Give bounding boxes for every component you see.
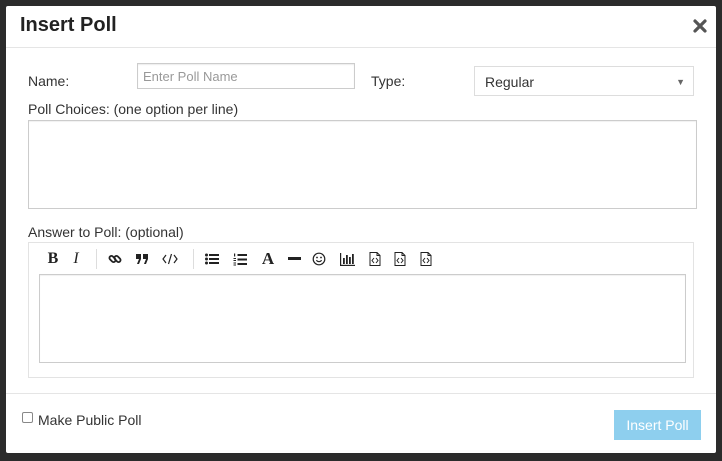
dialog-title: Insert Poll	[20, 14, 117, 36]
toolbar-divider	[96, 249, 97, 269]
type-label: Type:	[371, 73, 406, 89]
file-code-icon[interactable]	[416, 249, 436, 269]
poll-name-input[interactable]	[137, 63, 355, 89]
quote-icon[interactable]	[132, 249, 152, 269]
poll-choices-textarea[interactable]	[28, 120, 697, 209]
bulleted-list-icon[interactable]	[202, 249, 222, 269]
emoji-icon[interactable]	[309, 249, 329, 269]
insert-poll-dialog: Insert Poll Name: Type: Regular ▼ Poll C…	[6, 6, 716, 453]
italic-icon[interactable]: I	[66, 249, 86, 269]
poll-type-value: Regular	[485, 74, 535, 90]
editor-toolbar: B I A	[29, 243, 693, 273]
file-code-icon[interactable]	[390, 249, 410, 269]
name-label: Name:	[28, 73, 70, 89]
insert-poll-button[interactable]: Insert Poll	[614, 410, 701, 440]
answer-editor: B I A	[28, 242, 694, 378]
make-public-checkbox[interactable]	[22, 412, 33, 423]
toolbar-divider	[193, 249, 194, 269]
poll-choices-label: Poll Choices: (one option per line)	[28, 101, 239, 117]
code-icon[interactable]	[160, 249, 180, 269]
answer-editor-textarea[interactable]	[39, 274, 686, 363]
numbered-list-icon[interactable]	[230, 249, 250, 269]
poll-type-select[interactable]: Regular ▼	[474, 66, 694, 96]
horizontal-rule-icon[interactable]	[284, 249, 304, 269]
file-code-icon[interactable]	[365, 249, 385, 269]
dialog-header: Insert Poll	[6, 6, 716, 48]
bold-icon[interactable]: B	[43, 249, 63, 269]
dropdown-arrow-icon: ▼	[676, 77, 685, 87]
close-icon[interactable]	[692, 18, 708, 34]
make-public-label: Make Public Poll	[38, 412, 142, 428]
font-icon[interactable]: A	[258, 249, 278, 269]
dialog-footer: Make Public Poll Insert Poll	[6, 393, 716, 454]
link-icon[interactable]	[105, 249, 125, 269]
answer-label: Answer to Poll: (optional)	[28, 224, 184, 240]
chart-icon[interactable]	[337, 249, 357, 269]
